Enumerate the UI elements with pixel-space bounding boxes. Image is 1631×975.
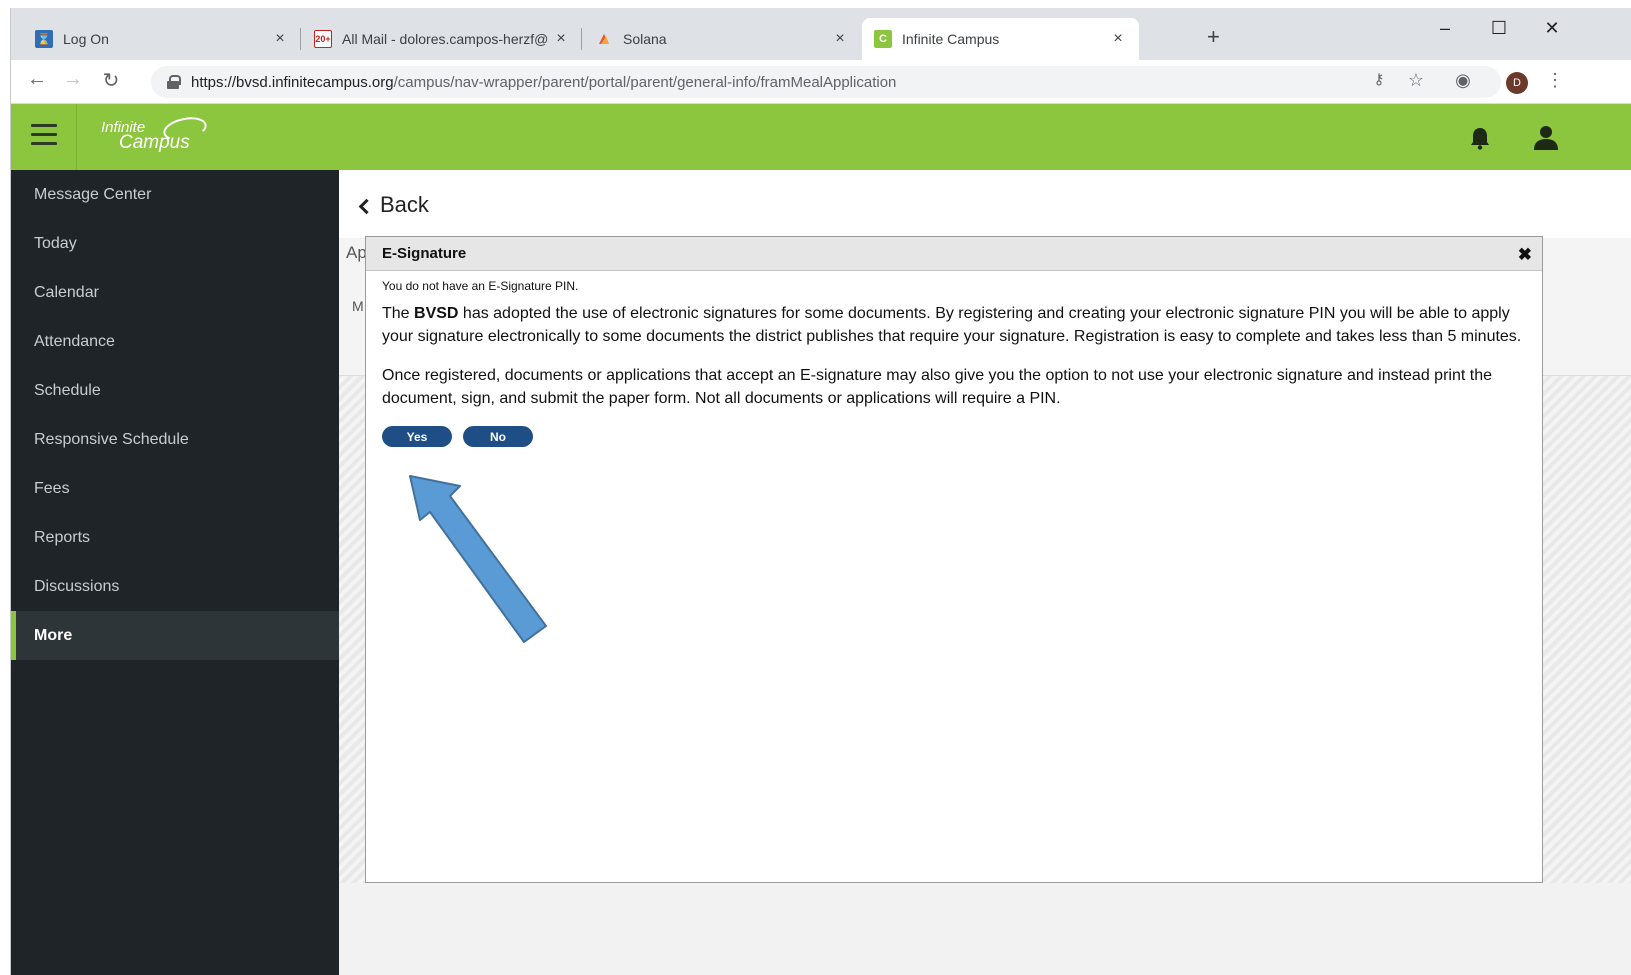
tab-close-icon[interactable]: ×: [552, 30, 570, 48]
campus-icon: C: [874, 30, 892, 48]
sidebar-item-reports[interactable]: Reports: [11, 513, 339, 562]
tab-solana[interactable]: Solana ×: [583, 18, 861, 60]
dialog-title: E-Signature: [382, 245, 467, 262]
tab-close-icon[interactable]: ×: [1109, 30, 1127, 48]
tab-all-mail[interactable]: 20+ All Mail - dolores.campos-herzf@ ×: [302, 18, 582, 60]
sidebar-item-more[interactable]: More: [11, 611, 339, 660]
maximize-icon[interactable]: ☐: [1476, 18, 1522, 39]
back-link[interactable]: Back: [358, 192, 429, 218]
menu-dots-icon[interactable]: ⋮: [1543, 70, 1567, 91]
background-label: Ap: [346, 243, 367, 262]
bell-icon[interactable]: [1469, 126, 1491, 150]
tab-divider: [300, 28, 301, 50]
chevron-left-icon: [358, 198, 375, 214]
back-arrow-icon[interactable]: ←: [23, 68, 51, 91]
tab-infinite-campus[interactable]: C Infinite Campus ×: [862, 18, 1139, 60]
star-icon[interactable]: ☆: [1404, 70, 1428, 91]
yes-button[interactable]: Yes: [382, 426, 452, 447]
browser-window: ⌛ Log On × 20+ All Mail - dolores.campos…: [10, 8, 1631, 975]
tab-close-icon[interactable]: ×: [831, 30, 849, 48]
annotation-arrow-icon: [409, 475, 547, 643]
url-path: /campus/nav-wrapper/parent/portal/parent…: [393, 73, 897, 91]
close-icon[interactable]: ✖: [1518, 245, 1532, 265]
close-window-icon[interactable]: ✕: [1529, 18, 1575, 39]
background-label: M: [352, 298, 364, 314]
tab-log-on[interactable]: ⌛ Log On ×: [23, 18, 301, 60]
url-host: https://bvsd.infinitecampus.org: [191, 73, 394, 91]
no-button[interactable]: No: [463, 426, 533, 447]
tab-divider: [581, 28, 582, 50]
user-icon[interactable]: [1533, 124, 1559, 150]
key-icon[interactable]: ⚷: [1367, 70, 1391, 88]
sidebar-item-today[interactable]: Today: [11, 219, 339, 268]
sidebar-item-responsive-schedule[interactable]: Responsive Schedule: [11, 415, 339, 464]
intro-paragraph: The BVSD has adopted the use of electron…: [382, 305, 1522, 345]
address-bar[interactable]: https://bvsd.infinitecampus.org/campus/n…: [151, 66, 1501, 98]
log-on-favicon: ⌛: [35, 30, 53, 48]
infinite-campus-logo[interactable]: Infinite Campus: [101, 113, 209, 152]
info-paragraph: Once registered, documents or applicatio…: [382, 367, 1492, 407]
tab-strip: ⌛ Log On × 20+ All Mail - dolores.campos…: [11, 8, 1631, 60]
sidebar-item-schedule[interactable]: Schedule: [11, 366, 339, 415]
sidebar-item-attendance[interactable]: Attendance: [11, 317, 339, 366]
minimize-icon[interactable]: –: [1422, 18, 1468, 39]
sidebar-item-discussions[interactable]: Discussions: [11, 562, 339, 611]
extension-icon[interactable]: ◉: [1451, 70, 1475, 91]
pin-status-note: You do not have an E-Signature PIN.: [382, 279, 579, 293]
district-name: BVSD: [414, 305, 459, 322]
solana-icon: [595, 30, 613, 48]
sidebar: Message Center Today Calendar Attendance…: [11, 170, 339, 975]
forward-arrow-icon[interactable]: →: [59, 68, 87, 91]
hamburger-menu-icon[interactable]: [31, 124, 57, 148]
sidebar-item-fees[interactable]: Fees: [11, 464, 339, 513]
tab-close-icon[interactable]: ×: [271, 30, 289, 48]
lock-icon: [167, 75, 181, 89]
header-divider: [76, 104, 77, 170]
sidebar-item-calendar[interactable]: Calendar: [11, 268, 339, 317]
dialog-button-row: Yes No: [382, 426, 1526, 447]
sidebar-item-message-center[interactable]: Message Center: [11, 170, 339, 219]
dialog-title-bar: E-Signature ✖: [366, 237, 1542, 271]
app-header: Infinite Campus: [11, 104, 1631, 170]
footer-band: [339, 883, 1631, 975]
profile-avatar[interactable]: D: [1506, 72, 1528, 94]
browser-toolbar: ← → ↻ https://bvsd.infinitecampus.org/ca…: [11, 60, 1631, 104]
dialog-body: You do not have an E-Signature PIN. The …: [366, 271, 1542, 455]
gmail-icon: 20+: [314, 30, 332, 48]
reload-icon[interactable]: ↻: [97, 68, 125, 93]
new-tab-button[interactable]: +: [1207, 24, 1220, 50]
